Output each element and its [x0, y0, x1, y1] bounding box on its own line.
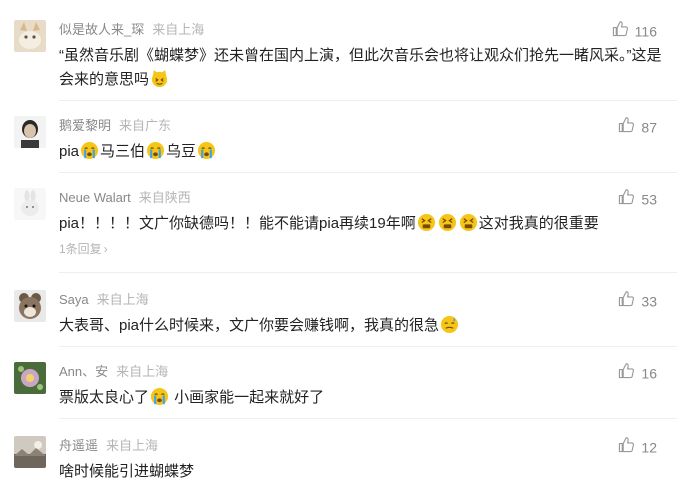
like-button[interactable]: 87 — [618, 116, 657, 136]
like-count: 53 — [641, 191, 657, 208]
comment-text: 大表哥、pia什么时候来，文广你要会赚钱啊，我真的很急 — [59, 314, 665, 338]
comment-item: Neue Walart 来自陕西 53 pia！！！！文广你缺德吗！！能不能请pi… — [0, 188, 677, 264]
divider — [59, 172, 677, 173]
avatar[interactable] — [14, 290, 46, 322]
username[interactable]: Saya — [59, 292, 89, 307]
like-count: 116 — [634, 23, 657, 40]
tired-face-emoji-icon — [459, 213, 478, 232]
username[interactable]: 鹅爱黎明 — [59, 118, 111, 133]
comment-header: Neue Walart 来自陕西 — [59, 188, 191, 208]
comment-text: 票版太良心了 小画家能一起来就好了 — [59, 387, 325, 406]
username[interactable]: Ann、安 — [59, 364, 108, 379]
comment-item: Ann、安 来自上海 16 票版太良心了 小画家能一起来就好了 — [0, 362, 677, 410]
comment-header: 舟遥遥 来自上海 — [59, 436, 158, 456]
chevron-right-icon: › — [103, 242, 108, 256]
username[interactable]: Neue Walart — [59, 190, 131, 205]
crying-face-emoji-icon — [146, 141, 165, 160]
location: 来自陕西 — [138, 190, 191, 205]
tired-face-emoji-icon — [417, 213, 436, 232]
crying-face-emoji-icon — [197, 141, 216, 160]
like-count: 12 — [641, 439, 657, 456]
crying-face-emoji-icon — [80, 141, 99, 160]
divider — [59, 346, 677, 347]
comment-item: Saya 来自上海 33 大表哥、pia什么时候来，文广你要会赚钱啊，我真的很急 — [0, 290, 677, 338]
username[interactable]: 似是故人来_琛 — [59, 22, 144, 37]
comment-list: 似是故人来_琛 来自上海 116 “虽然音乐剧《蝴蝶梦》还未曾在国内上演，但此次音… — [0, 0, 677, 486]
reply-count-link[interactable]: 1条回复 › — [59, 240, 108, 258]
avatar[interactable] — [14, 116, 46, 148]
comment-text: pia！！！！文广你缺德吗！！能不能请pia再续19年啊 这对我真的很重要 — [59, 213, 599, 232]
comment-header: 似是故人来_琛 来自上海 — [59, 20, 204, 40]
cat-emoji-icon — [150, 69, 169, 88]
comment-text: 啥时候能引进蝴蝶梦 — [59, 463, 195, 480]
location: 来自上海 — [96, 292, 149, 307]
divider — [59, 100, 677, 101]
location: 来自上海 — [106, 438, 159, 453]
thumbs-up-icon — [618, 116, 635, 139]
like-button[interactable]: 12 — [618, 436, 657, 456]
divider — [59, 272, 677, 273]
thumbs-up-icon — [618, 290, 635, 313]
location: 来自上海 — [152, 22, 205, 37]
avatar[interactable] — [14, 20, 46, 52]
like-button[interactable]: 53 — [618, 188, 657, 208]
username[interactable]: 舟遥遥 — [59, 438, 98, 453]
location: 来自上海 — [116, 364, 169, 379]
comment-item: 似是故人来_琛 来自上海 116 “虽然音乐剧《蝴蝶梦》还未曾在国内上演，但此次音… — [0, 20, 677, 92]
avatar[interactable] — [14, 362, 46, 394]
like-count: 87 — [641, 119, 657, 136]
like-button[interactable]: 116 — [612, 20, 657, 40]
sweating-face-emoji-icon — [440, 315, 459, 334]
comment-item: 鹅爱黎明 来自广东 87 pia 马三伯 乌豆 — [0, 116, 677, 164]
divider — [59, 418, 677, 419]
comment-item: 舟遥遥 来自上海 12 啥时候能引进蝴蝶梦 — [0, 436, 677, 484]
tired-face-emoji-icon — [438, 213, 457, 232]
location: 来自广东 — [119, 118, 172, 133]
thumbs-up-icon — [618, 362, 635, 385]
avatar[interactable] — [14, 188, 46, 220]
comment-text: “虽然音乐剧《蝴蝶梦》还未曾在国内上演，但此次音乐会也将让观众们抢先一睹风采。”… — [59, 47, 662, 88]
like-count: 33 — [641, 293, 657, 310]
crying-face-emoji-icon — [150, 387, 169, 406]
like-button[interactable]: 16 — [618, 362, 657, 382]
comment-header: Ann、安 来自上海 — [59, 362, 168, 382]
like-count: 16 — [641, 365, 657, 382]
thumbs-up-icon — [618, 188, 635, 211]
comment-header: 鹅爱黎明 来自广东 — [59, 116, 171, 136]
comment-header: Saya 来自上海 — [59, 290, 149, 310]
comment-text: pia 马三伯 乌豆 — [59, 140, 665, 164]
avatar[interactable] — [14, 436, 46, 468]
thumbs-up-icon — [618, 436, 635, 459]
like-button[interactable]: 33 — [618, 290, 657, 310]
thumbs-up-icon — [612, 20, 629, 43]
